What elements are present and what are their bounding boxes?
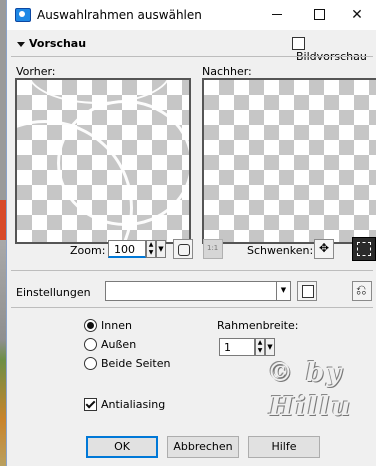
cancel-button[interactable]: Abbrechen xyxy=(167,436,239,458)
antialiasing-label: Antialiasing xyxy=(101,397,166,411)
watermark-line-2: Hillu xyxy=(269,392,353,422)
spin-up-icon: ▲ xyxy=(257,339,263,346)
spin-up-icon: ▲ xyxy=(148,241,154,248)
chevron-down-icon: ▼ xyxy=(280,286,287,294)
frame-width-input[interactable]: 1 xyxy=(219,338,255,356)
save-preset-icon xyxy=(302,285,314,298)
radio-both-sides-button[interactable] xyxy=(84,356,97,370)
radio-both-sides[interactable]: Beide Seiten xyxy=(84,356,170,370)
zoom-value: 100 xyxy=(114,243,135,256)
app-icon xyxy=(15,8,31,22)
reset-button[interactable]: ⎌ xyxy=(352,281,372,301)
minimize-icon xyxy=(272,14,282,15)
zoom-fit-icon xyxy=(178,244,190,256)
zoom-fit-button[interactable] xyxy=(173,239,193,259)
zoom-input[interactable]: 100 xyxy=(108,240,146,258)
zoom-actual-size-icon: 1:1 xyxy=(207,244,219,252)
radio-outside[interactable]: Außen xyxy=(84,337,136,351)
spin-down-icon: ▼ xyxy=(257,347,263,354)
pan-label: Schwenken: xyxy=(247,244,314,257)
close-button[interactable]: ✕ xyxy=(337,0,376,30)
selection-extent-button[interactable] xyxy=(352,237,376,261)
maximize-icon xyxy=(313,9,325,20)
dialog-window: Auswahlrahmen auswählen ✕ Vorschau Bildv… xyxy=(6,0,376,466)
radio-outside-button[interactable] xyxy=(84,337,97,351)
preset-select[interactable] xyxy=(105,281,277,301)
image-preview-checkbox-box[interactable] xyxy=(292,36,305,50)
minimize-button[interactable] xyxy=(257,0,297,30)
close-icon: ✕ xyxy=(351,7,363,23)
after-preview[interactable] xyxy=(202,78,376,244)
move-button[interactable]: ✥ xyxy=(314,239,334,259)
preset-dropdown[interactable]: ▼ xyxy=(277,281,291,301)
divider xyxy=(11,270,373,271)
reset-icon: ⎌ xyxy=(356,283,367,298)
zoom-label: Zoom: xyxy=(70,244,106,257)
chevron-down-icon: ▼ xyxy=(267,343,273,351)
frame-width-dropdown[interactable]: ▼ xyxy=(265,338,275,356)
ok-button[interactable]: OK xyxy=(86,436,158,458)
radio-inside-button[interactable] xyxy=(84,318,97,332)
title-bar[interactable]: Auswahlrahmen auswählen ✕ xyxy=(7,0,376,30)
help-button[interactable]: Hilfe xyxy=(248,436,320,458)
before-preview[interactable] xyxy=(15,78,191,244)
window-title: Auswahlrahmen auswählen xyxy=(37,8,202,22)
divider xyxy=(11,56,373,57)
frame-width-label: Rahmenbreite: xyxy=(217,319,299,332)
divider xyxy=(11,307,373,308)
selection-extent-icon xyxy=(357,242,371,256)
antialiasing-checkbox[interactable]: Antialiasing xyxy=(84,397,165,411)
chevron-down-icon: ▼ xyxy=(158,245,164,253)
frame-width-value: 1 xyxy=(224,341,231,354)
preview-toggle-label: Vorschau xyxy=(29,37,87,50)
radio-inside-label: Innen xyxy=(101,318,132,332)
collapse-arrow-icon xyxy=(17,41,25,47)
image-preview-checkbox[interactable]: Bildvorschau xyxy=(292,36,376,63)
zoom-spinner[interactable]: ▲ ▼ xyxy=(146,240,156,258)
radio-both-sides-label: Beide Seiten xyxy=(101,356,171,370)
zoom-dropdown[interactable]: ▼ xyxy=(156,240,166,258)
settings-label: Einstellungen xyxy=(16,286,91,299)
after-label: Nachher: xyxy=(202,65,252,78)
move-icon: ✥ xyxy=(319,241,330,255)
preview-image-stroke xyxy=(57,100,189,226)
before-label: Vorher: xyxy=(16,65,56,78)
antialiasing-checkbox-box[interactable] xyxy=(84,397,97,411)
frame-width-spinner[interactable]: ▲ ▼ xyxy=(255,338,265,356)
watermark-line-1: © by xyxy=(267,358,344,388)
radio-inside[interactable]: Innen xyxy=(84,318,132,332)
save-preset-button[interactable] xyxy=(297,281,317,301)
spin-down-icon: ▼ xyxy=(148,249,154,256)
maximize-button[interactable] xyxy=(299,0,339,30)
preview-toggle[interactable]: Vorschau xyxy=(17,37,86,50)
preview-image-stroke xyxy=(27,80,171,104)
zoom-actual-size-button[interactable]: 1:1 xyxy=(203,239,223,259)
radio-outside-label: Außen xyxy=(101,337,137,351)
